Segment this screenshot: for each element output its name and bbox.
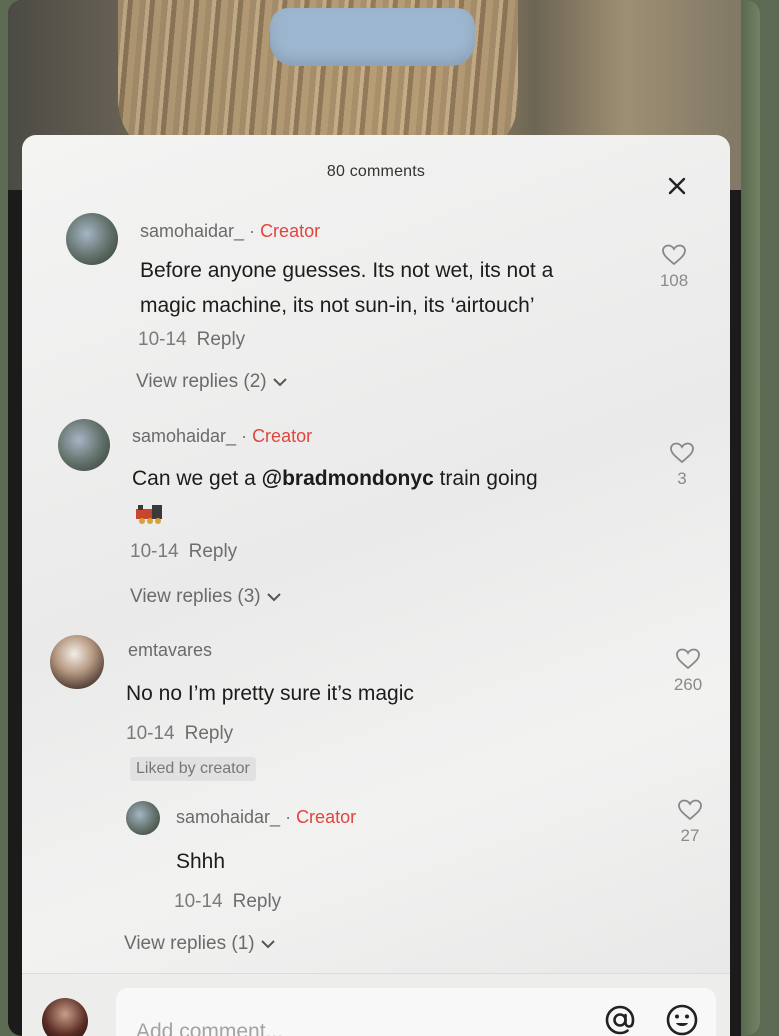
comment-meta: 10-14 Reply <box>126 723 233 745</box>
emoji-icon <box>666 1004 698 1036</box>
heart-icon <box>676 648 700 670</box>
comment-text: Shhh <box>176 850 226 873</box>
avatar[interactable] <box>126 801 160 835</box>
comment-username[interactable]: samohaidar_ · Creator <box>132 426 312 447</box>
emoji-button[interactable] <box>664 1002 700 1036</box>
reply-button[interactable]: Reply <box>185 723 234 744</box>
at-icon <box>605 1005 635 1035</box>
comment-text: No no I’m pretty sure it’s magic <box>126 682 414 705</box>
comments-header: 80 comments <box>22 163 730 181</box>
user-avatar <box>42 998 88 1036</box>
comment-meta: 10-14 Reply <box>138 329 245 351</box>
comment-date: 10-14 <box>138 329 187 350</box>
comment-meta: 10-14 Reply <box>130 541 237 563</box>
like-count: 3 <box>677 469 687 488</box>
like-button[interactable]: 108 <box>650 243 698 291</box>
creator-badge: Creator <box>260 221 321 241</box>
comment-date: 10-14 <box>126 723 175 744</box>
reply-button[interactable]: Reply <box>233 891 282 912</box>
locomotive-emoji <box>136 505 162 524</box>
comment-input-placeholder: Add comment... <box>136 1020 284 1036</box>
close-button[interactable] <box>664 173 690 199</box>
like-button[interactable]: 260 <box>664 647 712 695</box>
like-count: 260 <box>673 675 703 694</box>
chevron-down-icon <box>273 378 287 387</box>
view-replies-button[interactable]: View replies (3) <box>130 586 282 608</box>
liked-by-creator-badge: Liked by creator <box>130 757 256 781</box>
comment-text: Can we get a @bradmondonyc train going <box>132 467 538 490</box>
comments-sheet: 80 comments samohaidar_ · Creator Before… <box>22 135 730 1036</box>
chevron-down-icon <box>267 593 281 602</box>
view-replies-button[interactable]: View replies (2) <box>136 371 288 393</box>
like-button[interactable]: 27 <box>666 798 714 846</box>
comment-username[interactable]: samohaidar_ · Creator <box>176 807 356 828</box>
chevron-down-icon <box>261 940 275 949</box>
phone-screen: 80 comments samohaidar_ · Creator Before… <box>8 0 760 1036</box>
reply-button[interactable]: Reply <box>189 541 238 562</box>
comment-date: 10-14 <box>130 541 179 562</box>
comment-meta: 10-14 Reply <box>174 891 281 913</box>
creator-badge: Creator <box>252 426 313 446</box>
reply-button[interactable]: Reply <box>197 329 246 350</box>
mention-link[interactable]: @bradmondonyc <box>262 467 434 490</box>
mention-button[interactable] <box>602 1002 638 1036</box>
background-wall <box>741 0 760 1036</box>
heart-icon <box>670 442 694 464</box>
comment-input-bar: Add comment... <box>22 973 730 1036</box>
avatar[interactable] <box>66 213 118 265</box>
avatar[interactable] <box>58 419 110 471</box>
heart-icon <box>662 244 686 266</box>
comment-count: 80 comments <box>326 163 426 180</box>
comment-username[interactable]: samohaidar_ · Creator <box>140 221 320 242</box>
avatar[interactable] <box>50 635 104 689</box>
comment-text: Before anyone guesses. Its not wet, its … <box>140 259 554 317</box>
heart-icon <box>678 799 702 821</box>
creator-badge: Creator <box>296 807 357 827</box>
close-icon <box>668 177 686 195</box>
like-button[interactable]: 3 <box>658 441 706 489</box>
like-count: 108 <box>659 271 689 290</box>
like-count: 27 <box>680 826 700 845</box>
view-replies-button[interactable]: View replies (1) <box>124 933 276 955</box>
video-hair-clip-image <box>270 8 475 66</box>
comment-input[interactable]: Add comment... <box>116 988 716 1036</box>
comment-date: 10-14 <box>174 891 223 912</box>
comment-username[interactable]: emtavares <box>128 640 212 661</box>
